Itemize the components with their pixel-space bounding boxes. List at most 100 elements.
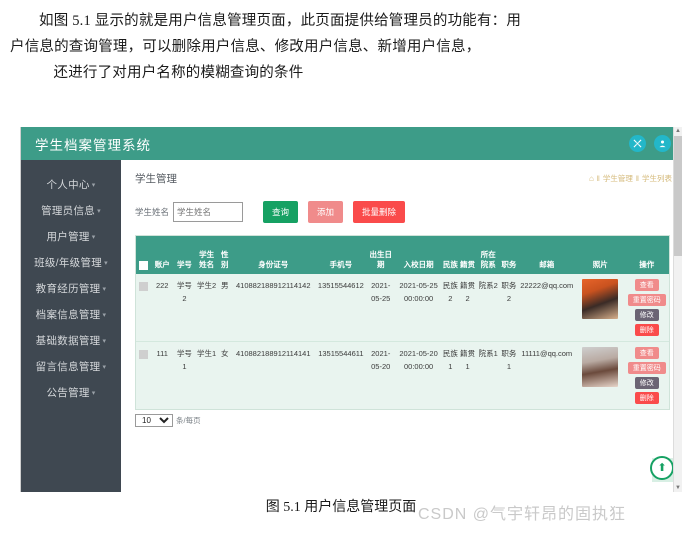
column-header-line-1: 出生日	[369, 250, 392, 259]
breadcrumb-item-student-list[interactable]: 学生列表	[642, 173, 672, 184]
row-action-group: 查看 重置密码 修改 删除	[625, 279, 668, 336]
cell-position: 职务1	[500, 341, 518, 409]
sidebar-item-user-management[interactable]: 用户管理 ▾	[21, 223, 121, 249]
row-checkbox[interactable]	[138, 281, 148, 291]
cell-department: 院系1	[476, 341, 501, 409]
query-button[interactable]: 查询	[263, 201, 299, 223]
chevron-down-icon: ▾	[102, 285, 107, 293]
sidebar-item-announcement-management[interactable]: 公告管理 ▾	[21, 379, 121, 405]
page-size-select[interactable]: 10 20 50 100	[135, 414, 173, 427]
select-all-header[interactable]	[136, 236, 151, 274]
row-checkbox[interactable]	[138, 349, 148, 359]
app-body: 个人中心 ▾ 管理员信息 ▾ 用户管理 ▾ 班级/年级管理 ▾ 教育经历管理 ▾ 档案信息…	[21, 160, 682, 492]
breadcrumb: ⌂ ‖ 学生管理 ‖ 学生列表	[589, 173, 672, 184]
cell-student-name: 学生1	[194, 341, 219, 409]
breadcrumb-item-student-management[interactable]: 学生管理	[603, 173, 633, 184]
column-header-email: 邮箱	[517, 236, 577, 274]
student-photo-thumbnail[interactable]	[582, 347, 619, 387]
cell-email: 22222@qq.com	[517, 274, 577, 342]
page-scrollbar[interactable]: ▲ ▼	[673, 127, 682, 492]
delete-button[interactable]: 删除	[634, 324, 659, 336]
chevron-down-icon: ▾	[91, 181, 96, 189]
cell-student-no: 学号1	[174, 341, 195, 409]
cell-actions: 查看 重置密码 修改 删除	[624, 341, 669, 409]
sidebar-item-basic-data-management[interactable]: 基础数据管理 ▾	[21, 327, 121, 353]
cell-birth-date: 2021-05-20	[366, 341, 396, 409]
sidebar-item-admin-info[interactable]: 管理员信息 ▾	[21, 197, 121, 223]
sidebar-item-class-grade-management[interactable]: 班级/年级管理 ▾	[21, 249, 121, 275]
column-header-account: 账户	[150, 236, 175, 274]
sidebar-item-label: 教育经历管理	[35, 282, 101, 295]
edit-button[interactable]: 修改	[634, 377, 659, 389]
row-action-group: 查看 重置密码 修改 删除	[625, 347, 668, 404]
chevron-down-icon: ▾	[91, 233, 96, 241]
add-button[interactable]: 添加	[308, 201, 344, 223]
sidebar-item-education-history-management[interactable]: 教育经历管理 ▾	[21, 275, 121, 301]
chevron-down-icon: ▾	[104, 259, 108, 267]
cell-id-card: 410882188912114142	[230, 274, 316, 342]
view-button[interactable]: 查看	[634, 279, 659, 291]
search-input[interactable]	[173, 202, 244, 222]
embedded-screenshot: 学生档案管理系统 个人中心 ▾ 管理员信息 ▾ 用户管理 ▾ 班级/年级管理 ▾…	[20, 127, 682, 492]
cell-gender: 男	[218, 274, 231, 342]
document-paragraph-2: 户信息的查询管理，可以删除用户信息、修改用户信息、新增用户信息，	[10, 39, 481, 55]
scroll-to-top-button[interactable]: ⬆	[650, 456, 674, 480]
cell-hometown: 籍贯2	[458, 274, 477, 342]
batch-delete-button[interactable]: 批量删除	[353, 201, 406, 223]
table-footer: 10 20 50 100 条/每页	[121, 410, 682, 427]
page-title: 学生管理	[135, 173, 177, 185]
scrollbar-down-arrow[interactable]: ▼	[675, 485, 681, 491]
main-content: 学生管理 ⌂ ‖ 学生管理 ‖ 学生列表 学生姓名 查询 添加 批量删除	[121, 160, 682, 492]
column-header-line-2: 院系	[480, 260, 496, 269]
cell-position: 职务2	[500, 274, 518, 342]
sidebar-item-personal-center[interactable]: 个人中心 ▾	[21, 171, 121, 197]
column-header-id-card: 身份证号	[230, 236, 316, 274]
select-all-checkbox[interactable]	[138, 260, 148, 270]
header-icon-group	[629, 135, 671, 152]
chevron-down-icon: ▾	[97, 207, 101, 215]
column-header-line-1: 性	[221, 250, 229, 259]
cell-phone: 13515544612	[315, 274, 367, 342]
reset-password-button[interactable]: 重置密码	[627, 362, 666, 374]
sidebar-item-label: 用户管理	[46, 230, 90, 243]
chevron-down-icon: ▾	[102, 363, 107, 371]
sidebar-item-label: 班级/年级管理	[34, 256, 103, 269]
sidebar-item-message-info-management[interactable]: 留言信息管理 ▾	[21, 353, 121, 379]
home-icon[interactable]: ⌂	[589, 174, 594, 183]
cell-student-name: 学生2	[194, 274, 219, 342]
delete-button[interactable]: 删除	[634, 392, 659, 404]
cell-gender: 女	[218, 341, 231, 409]
table-row: 111 学号1 学生1 女 410882188912114141 1351554…	[136, 341, 669, 409]
fullscreen-icon[interactable]	[629, 135, 646, 152]
student-table-body: 222 学号2 学生2 男 410882188912114142 1351554…	[136, 274, 669, 409]
search-label: 学生姓名	[135, 207, 170, 217]
search-toolbar: 学生姓名 查询 添加 批量删除	[121, 186, 682, 223]
column-header-line-2: 期	[376, 260, 385, 269]
scrollbar-thumb[interactable]	[674, 136, 682, 256]
cell-id-card: 410882188912114141	[230, 341, 316, 409]
column-header-position: 职务	[500, 236, 518, 274]
view-button[interactable]: 查看	[634, 347, 659, 359]
scrollbar-up-arrow[interactable]: ▲	[675, 128, 681, 134]
table-row: 222 学号2 学生2 男 410882188912114142 1351554…	[136, 274, 669, 342]
cell-account: 222	[150, 274, 175, 342]
breadcrumb-separator: ‖	[635, 174, 639, 183]
student-photo-thumbnail[interactable]	[582, 279, 619, 319]
column-header-phone: 手机号	[315, 236, 367, 274]
breadcrumb-separator: ‖	[596, 174, 600, 183]
user-account-icon[interactable]	[654, 135, 671, 152]
column-header-hometown: 籍贯	[458, 236, 477, 274]
document-body: 如图 5.1 显示的就是用户信息管理页面，此页面提供给管理员的功能有：用 户信息…	[0, 0, 682, 86]
column-header-photo: 照片	[576, 236, 625, 274]
cell-actions: 查看 重置密码 修改 删除	[624, 274, 669, 342]
row-select-cell[interactable]	[136, 274, 151, 342]
cell-birth-date: 2021-05-25	[366, 274, 396, 342]
chevron-down-icon: ▾	[102, 311, 107, 319]
reset-password-button[interactable]: 重置密码	[627, 294, 666, 306]
document-paragraph-3: 还进行了对用户名称的模糊查询的条件	[53, 65, 304, 81]
sidebar-item-archive-info-management[interactable]: 档案信息管理 ▾	[21, 301, 121, 327]
sidebar: 个人中心 ▾ 管理员信息 ▾ 用户管理 ▾ 班级/年级管理 ▾ 教育经历管理 ▾ 档案信息…	[21, 160, 121, 492]
cell-enroll-date: 2021-05-25 00:00:00	[395, 274, 442, 342]
edit-button[interactable]: 修改	[634, 309, 659, 321]
row-select-cell[interactable]	[136, 341, 151, 409]
